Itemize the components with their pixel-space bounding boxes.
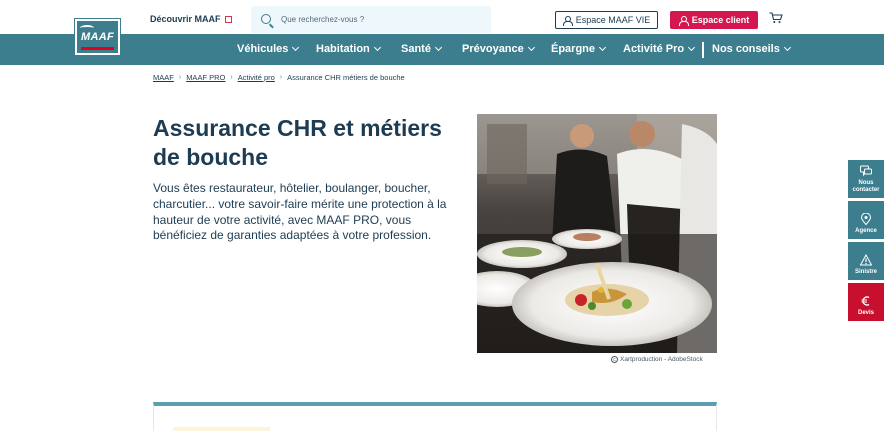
nav-divider [702,42,704,58]
external-link-icon [224,15,232,23]
user-icon [562,15,573,26]
side-widget-label: Sinistre [854,269,877,275]
nav-label: Prévoyance [462,43,524,55]
user-icon [678,15,689,26]
logo-text: MAAF [81,31,114,43]
logo-swoosh [80,25,94,31]
cart-icon[interactable] [769,12,783,24]
map-pin-icon [860,213,872,225]
nav-label: Santé [401,43,431,55]
breadcrumb-link-maaf-pro[interactable]: MAAF PRO [186,73,225,82]
chevron-down-icon [292,43,300,52]
search-bar[interactable] [251,6,491,33]
nav-item-prevoyance[interactable]: Prévoyance [462,43,535,55]
chat-icon [860,165,872,177]
hero-image-kitchen-chefs [477,114,717,353]
image-credit: c Xartproduction - AdobeStock [611,356,703,363]
nav-item-vehicules[interactable]: Véhicules [237,43,300,55]
nav-label: Nos conseils [712,43,780,55]
chevron-down-icon [434,43,443,52]
side-widget-sinistre[interactable]: Sinistre [848,242,884,280]
espace-vie-button[interactable]: Espace MAAF VIE [555,11,658,29]
breadcrumb-link-activite-pro[interactable]: Activité pro [238,73,275,82]
nav-item-habitation[interactable]: Habitation [316,43,381,55]
nav-label: Activité Pro [623,43,685,55]
chevron-down-icon [688,43,696,52]
card-tag [173,427,270,431]
chevron-down-icon [598,43,607,52]
espace-client-button[interactable]: Espace client [670,11,758,29]
nav-item-epargne[interactable]: Épargne [551,43,607,55]
euro-icon [861,296,870,306]
breadcrumb-separator: › [279,74,283,81]
logo-red-bar [81,47,114,50]
nav-item-sante[interactable]: Santé [401,43,443,55]
side-widget-label: Agence [855,228,877,234]
breadcrumb-separator: › [230,74,233,81]
espace-client-label: Espace client [691,15,750,25]
nav-label: Épargne [551,43,596,55]
discover-link[interactable]: Découvrir MAAF [150,14,232,24]
main-nav: Véhicules Habitation Santé Prévoyance Ép… [0,34,884,65]
nav-label: Véhicules [237,43,289,55]
discover-label: Découvrir MAAF [150,14,221,24]
breadcrumb-separator: › [178,74,182,81]
breadcrumb-link-maaf[interactable]: MAAF [153,73,174,82]
search-input[interactable] [281,12,481,26]
side-widget-agence[interactable]: Agence [848,201,884,239]
chevron-down-icon [527,43,535,52]
warning-icon [860,254,872,266]
maaf-logo[interactable]: MAAF [75,19,120,55]
nav-item-nos-conseils[interactable]: Nos conseils [712,43,791,55]
page-title: Assurance CHR et métiers de bouche [153,115,442,170]
search-icon[interactable] [261,14,271,24]
page-intro: Vous êtes restaurateur, hôtelier, boulan… [153,181,447,243]
top-bar: Découvrir MAAF Espace MAAF VIE Espace cl… [0,0,884,34]
side-widget-devis[interactable]: Devis [848,283,884,321]
breadcrumb-current: Assurance CHR métiers de bouche [287,73,405,82]
side-widget-label: Devis [857,310,874,316]
breadcrumb: MAAF › MAAF PRO › Activité pro › Assuran… [153,73,405,82]
side-widget-label: Nous contacter [852,180,880,193]
content-card [153,402,717,431]
image-credit-text: Xartproduction - AdobeStock [620,356,703,363]
hero-illustration [477,114,717,353]
side-widget-contact[interactable]: Nous contacter [848,160,884,198]
chevron-down-icon [373,43,381,52]
espace-vie-label: Espace MAAF VIE [575,15,651,25]
nav-label: Habitation [316,43,370,55]
nav-item-activite-pro[interactable]: Activité Pro [623,43,696,55]
chevron-down-icon [783,43,791,52]
copyright-icon: c [611,356,618,363]
